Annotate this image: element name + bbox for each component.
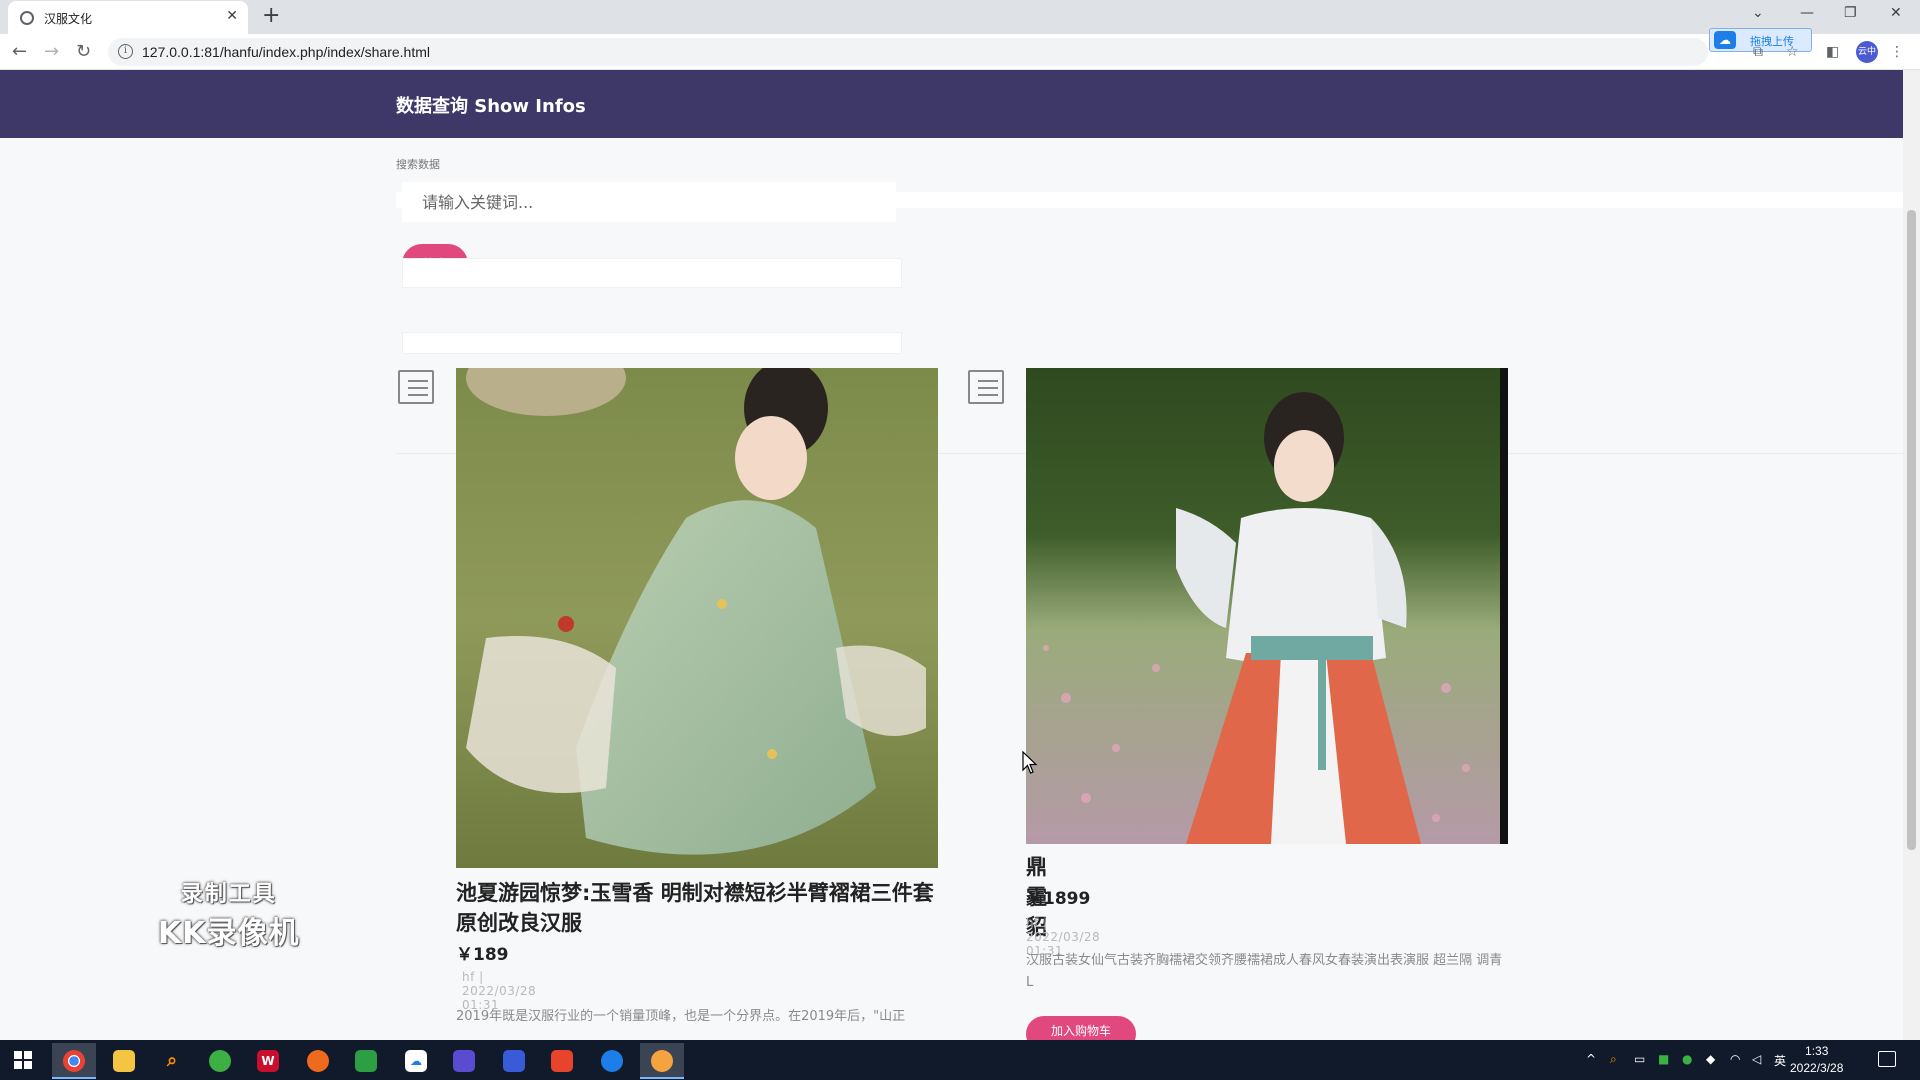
clock-time: 1:33 <box>1805 1044 1829 1058</box>
menu-kebab-icon[interactable]: ⋮ <box>1890 44 1904 60</box>
page-viewport: 数据查询 Show Infos 搜索数据 搜索 <box>0 70 1903 1040</box>
product-image[interactable] <box>456 368 938 868</box>
product-title[interactable]: 池夏游园惊梦:玉雪香 明制对襟短衫半臂褶裙三件套原创改良汉服 <box>456 878 938 938</box>
baidu-netdisk-icon[interactable]: ☁ <box>394 1043 438 1079</box>
file-explorer-icon[interactable] <box>102 1043 146 1079</box>
recorder-app-icon[interactable] <box>640 1043 684 1079</box>
tab-search-icon[interactable]: ⌄ <box>1752 5 1764 21</box>
back-icon[interactable]: ← <box>12 41 27 62</box>
input-method-indicator[interactable]: 英 <box>1774 1052 1786 1069</box>
search-input[interactable] <box>402 182 896 222</box>
chrome-app-icon[interactable] <box>52 1043 96 1079</box>
orange-app-icon[interactable] <box>296 1043 340 1079</box>
watermark-line: KK录像机 <box>158 916 300 951</box>
system-clock[interactable]: 1:33 2022/3/28 <box>1790 1043 1843 1077</box>
bookmark-star-icon[interactable]: ☆ <box>1786 44 1799 60</box>
reload-icon[interactable]: ↻ <box>76 41 91 62</box>
notification-center-icon[interactable] <box>1878 1051 1896 1067</box>
tray-overflow-icon[interactable]: ^ <box>1586 1052 1596 1066</box>
close-window-button[interactable]: ✕ <box>1890 5 1902 21</box>
profile-avatar[interactable]: 云中 <box>1856 41 1878 63</box>
tab-title: 汉服文化 <box>44 12 93 26</box>
list-view-icon[interactable] <box>398 370 434 404</box>
product-image[interactable] <box>1026 368 1508 844</box>
product-description: 2019年既是汉服行业的一个销量顶峰，也是一个分界点。在2019年后，"山正 <box>456 1009 906 1024</box>
empty-field <box>402 258 902 288</box>
address-bar[interactable]: i 127.0.0.1:81/hanfu/index.php/index/sha… <box>108 38 1708 66</box>
restore-button[interactable]: ❐ <box>1844 5 1857 21</box>
mouse-cursor-icon <box>1022 751 1038 774</box>
clock-date: 2022/3/28 <box>1790 1061 1844 1075</box>
install-app-icon[interactable]: ⧉ <box>1753 44 1763 60</box>
browser-tab[interactable]: 汉服文化 ✕ <box>8 1 248 34</box>
new-tab-button[interactable]: + <box>262 3 280 28</box>
cloud-upload-icon: ☁ <box>1714 31 1736 49</box>
page-header: 数据查询 Show Infos <box>0 70 1903 138</box>
forward-icon[interactable]: → <box>44 41 59 62</box>
search-caption: 搜索数据 <box>396 158 440 171</box>
volume-icon[interactable]: ◁ <box>1752 1052 1761 1066</box>
list-view-icon[interactable] <box>968 370 1004 404</box>
search-app-icon[interactable]: ⌕ <box>150 1043 194 1079</box>
close-tab-icon[interactable]: ✕ <box>226 8 238 24</box>
page-scrollbar[interactable] <box>1903 70 1920 1040</box>
side-panel-icon[interactable]: ◧ <box>1826 44 1839 60</box>
wechat-tray-icon[interactable]: ● <box>1682 1052 1692 1066</box>
product-price: ￥1899 <box>1026 889 1091 909</box>
green-app-icon[interactable] <box>198 1043 242 1079</box>
add-to-cart-button[interactable]: 加入购物车 <box>1026 1016 1136 1040</box>
tray-device-icon[interactable]: ▭ <box>1634 1052 1645 1066</box>
search-tool-icon[interactable] <box>590 1043 634 1079</box>
product-price: ￥189 <box>456 945 509 965</box>
editor-app-icon[interactable] <box>492 1043 536 1079</box>
recorder-watermark: 录制工具 KK录像机 <box>158 876 300 952</box>
globe-icon <box>20 11 34 25</box>
browser-toolbar: ← → ↻ i 127.0.0.1:81/hanfu/index.php/ind… <box>0 34 1920 70</box>
watermark-line: 录制工具 <box>180 882 277 907</box>
notepad-app-icon[interactable] <box>344 1043 388 1079</box>
wps-app-icon[interactable]: W <box>246 1043 290 1079</box>
tray-green-icon[interactable]: ■ <box>1658 1052 1669 1066</box>
site-info-icon[interactable]: i <box>118 44 133 59</box>
windows-start-icon[interactable] <box>14 1051 32 1069</box>
qq-tray-icon[interactable]: ◆ <box>1706 1052 1715 1066</box>
purple-app-icon[interactable] <box>442 1043 486 1079</box>
red-app-icon[interactable] <box>540 1043 584 1079</box>
minimize-button[interactable]: — <box>1800 5 1814 21</box>
scrollbar-thumb[interactable] <box>1907 210 1916 850</box>
empty-field <box>402 332 902 354</box>
url-text[interactable]: 127.0.0.1:81/hanfu/index.php/index/share… <box>142 44 430 60</box>
browser-title-bar: 汉服文化 ✕ + ⌄ — ❐ ✕ <box>0 0 1920 34</box>
page-title: 数据查询 Show Infos <box>396 96 586 117</box>
tray-search-icon[interactable]: ⌕ <box>1610 1052 1617 1067</box>
windows-taskbar: ⌕ W ☁ ^ ⌕ ▭ ■ ● ◆ ◠ ◁ 英 1:33 2022/3/28 <box>0 1040 1920 1080</box>
product-description: 汉服古装女仙气古装齐胸襦裙交领齐腰襦裙成人春风女春装演出表演服 超兰隔 调青 L <box>1026 953 1503 990</box>
network-icon[interactable]: ◠ <box>1730 1052 1740 1066</box>
